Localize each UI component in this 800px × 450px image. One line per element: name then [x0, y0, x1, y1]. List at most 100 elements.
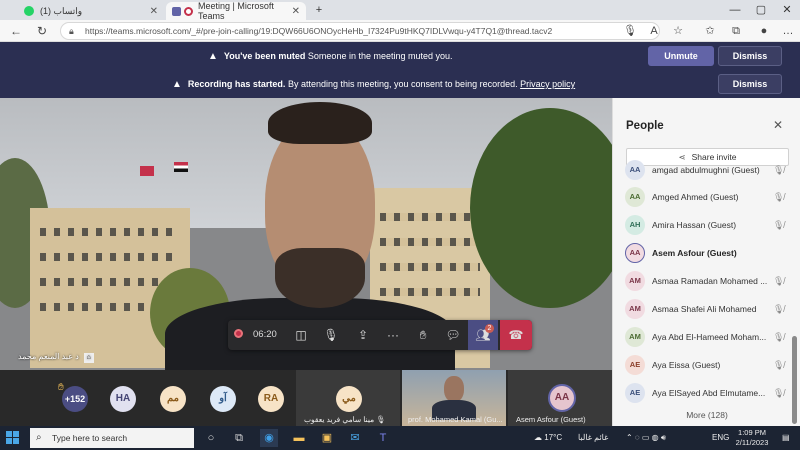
profile-icon[interactable]: ●: [756, 23, 772, 39]
tab-teams-meeting[interactable]: Meeting | Microsoft Teams ✕: [166, 1, 306, 21]
participant-row[interactable]: AM Asmaa Shafei Ali Mohamed 🎙︎̸: [623, 297, 793, 321]
warning-icon: ▲: [172, 79, 182, 90]
participant-name: Asem Asfour (Guest): [652, 248, 737, 258]
share-screen-icon[interactable]: ⇪: [348, 320, 378, 350]
teams-taskbar-icon[interactable]: T: [374, 429, 392, 447]
camera-off-icon[interactable]: ◫: [286, 320, 316, 350]
participant-avatar: AE: [625, 355, 645, 375]
banner-bold: You've been muted: [223, 51, 306, 61]
hang-up-button[interactable]: ☎︎: [500, 320, 532, 350]
tile-avatar: مي: [336, 386, 362, 412]
mic-off-icon[interactable]: 🎙︎: [316, 320, 346, 350]
date: 2/11/2023: [735, 438, 769, 447]
weather-widget[interactable]: ☁︎ 17°C: [534, 426, 562, 450]
gallery-avatar[interactable]: HA: [110, 386, 136, 412]
mic-off-icon: 🎙︎̸: [773, 360, 785, 370]
store-icon[interactable]: ▣: [318, 429, 336, 447]
raise-hand-icon[interactable]: ✋︎: [408, 320, 438, 350]
new-tab-button[interactable]: +: [306, 0, 332, 20]
gallery-avatar[interactable]: مم: [160, 386, 186, 412]
more-actions-icon[interactable]: ···: [378, 320, 408, 350]
gallery-avatar[interactable]: RA: [258, 386, 284, 412]
participant-row[interactable]: AA Amged Ahmed (Guest) 🎙︎̸: [623, 185, 793, 209]
maximize-icon[interactable]: ▢: [748, 0, 774, 20]
windows-taskbar: ⌕ Type here to search ○ ⧉ ◉ ▬ ▣ ✉︎ T ☁︎ …: [0, 426, 800, 450]
participant-row[interactable]: AM Aya Abd El-Hameed Moham... 🎙︎̸: [623, 325, 793, 349]
language-indicator[interactable]: ENG: [712, 426, 729, 450]
favorite-icon[interactable]: ☆: [670, 23, 686, 39]
recording-banner: ▲ Recording has started. By attending thi…: [0, 70, 800, 98]
task-view-icon[interactable]: ⧉: [230, 429, 248, 447]
participant-row[interactable]: AE Aya ElSayed Abd Elmutame... 🎙︎̸: [623, 381, 793, 405]
participant-row[interactable]: AM Asmaa Ramadan Mohamed ... 🎙︎̸: [623, 269, 793, 293]
unmute-button[interactable]: Unmute: [648, 46, 714, 66]
cortana-icon[interactable]: ○: [202, 429, 220, 447]
tile-avatar: AA: [548, 384, 576, 412]
speaker-name: د عبد المنعم محمد: [18, 352, 79, 361]
minimize-icon[interactable]: —: [722, 0, 748, 20]
participant-tile-video[interactable]: prof. Mohamed Kamal (Gu...: [402, 370, 506, 426]
collections-icon[interactable]: ⧉: [728, 23, 744, 39]
close-window-icon[interactable]: ✕: [774, 0, 800, 20]
refresh-icon[interactable]: ↻: [34, 23, 50, 39]
mic-off-icon: 🎙︎̸: [773, 192, 785, 202]
timer-text: 06:20: [253, 329, 277, 340]
speaker-beard: [275, 248, 365, 308]
close-icon[interactable]: ✕: [292, 6, 300, 17]
mail-icon[interactable]: ✉︎: [346, 429, 364, 447]
address-bar-row: ← ↻ 🔒︎ https://teams.microsoft.com/_#/pr…: [0, 20, 800, 42]
close-icon[interactable]: ✕: [773, 118, 783, 132]
edge-icon[interactable]: ◉: [260, 429, 278, 447]
people-panel: People ✕ ⋖ Share invite AA amgad abdulmug…: [612, 98, 800, 426]
participant-tile[interactable]: AA Asem Asfour (Guest): [508, 370, 612, 426]
dismiss-recording-button[interactable]: Dismiss: [718, 74, 782, 94]
tab-title: Meeting | Microsoft Teams: [198, 1, 274, 21]
windows-start-icon[interactable]: [6, 431, 20, 445]
tile-label: Asem Asfour (Guest): [516, 415, 586, 424]
dismiss-muted-button[interactable]: Dismiss: [718, 46, 782, 66]
participant-avatar: AA: [625, 187, 645, 207]
participant-row[interactable]: AH Amira Hassan (Guest) 🎙︎̸: [623, 213, 793, 237]
url-field[interactable]: 🔒︎ https://teams.microsoft.com/_#/pre-jo…: [60, 22, 660, 40]
privacy-policy-link[interactable]: Privacy policy: [520, 79, 575, 89]
url-text: https://teams.microsoft.com/_#/pre-join-…: [85, 26, 553, 36]
pin-icon[interactable]: ⌂: [83, 353, 94, 363]
speaker-hair: [268, 102, 372, 144]
file-explorer-icon[interactable]: ▬: [290, 429, 308, 447]
phone-icon: ☎︎: [508, 328, 524, 342]
taskbar-search[interactable]: ⌕ Type here to search: [30, 428, 194, 448]
time: 1:09 PM: [738, 428, 766, 437]
teams-icon: [172, 6, 181, 16]
speaker-name-overlay: د عبد المنعم محمد ⌂: [18, 352, 94, 363]
tray-icons[interactable]: ⌃ ◌ ▭ ◍ 🔊︎: [626, 426, 666, 450]
participant-name: Asmaa Shafei Ali Mohamed: [652, 304, 757, 314]
participant-row[interactable]: AA amgad abdulmughni (Guest) 🎙︎̸: [623, 158, 793, 182]
recording-icon: [234, 329, 243, 338]
chat-icon[interactable]: 💬︎: [438, 320, 468, 350]
more-menu-icon[interactable]: …: [780, 23, 796, 39]
tab-whatsapp[interactable]: (1) واتساب ✕: [18, 2, 164, 20]
close-icon[interactable]: ✕: [150, 6, 158, 17]
people-button[interactable]: 👥︎ 2: [468, 320, 498, 350]
people-scrollbar[interactable]: [792, 336, 797, 424]
microphone-icon[interactable]: 🎙︎: [622, 23, 638, 39]
notifications-icon[interactable]: ▤: [782, 426, 790, 450]
participant-avatar: AA: [625, 160, 645, 180]
more-participants-link[interactable]: More (128): [613, 410, 800, 420]
clock[interactable]: 1:09 PM 2/11/2023: [728, 428, 776, 448]
panel-title: People: [626, 120, 664, 132]
read-aloud-icon[interactable]: A: [646, 23, 662, 39]
mic-off-icon: 🎙︎̸: [773, 332, 785, 342]
tree-right: [470, 108, 612, 308]
participant-tile[interactable]: مي مينا سامي فريد يعقوب 🎙︎: [296, 370, 400, 426]
back-icon[interactable]: ←: [8, 23, 24, 39]
gallery-avatar[interactable]: آو: [210, 386, 236, 412]
favorites-icon[interactable]: ✩: [702, 23, 718, 39]
mic-off-icon: 🎙︎̸: [773, 304, 785, 314]
participant-row[interactable]: AE Aya Eissa (Guest) 🎙︎̸: [623, 353, 793, 377]
overflow-count[interactable]: +152: [62, 386, 88, 412]
flag-icon: [174, 162, 188, 172]
participant-gallery: ✋︎ +152 HA مم آو RA مي مينا سامي فريد يع…: [0, 370, 612, 426]
participant-row-self[interactable]: AA Asem Asfour (Guest): [623, 241, 793, 265]
participant-face: [444, 376, 464, 402]
